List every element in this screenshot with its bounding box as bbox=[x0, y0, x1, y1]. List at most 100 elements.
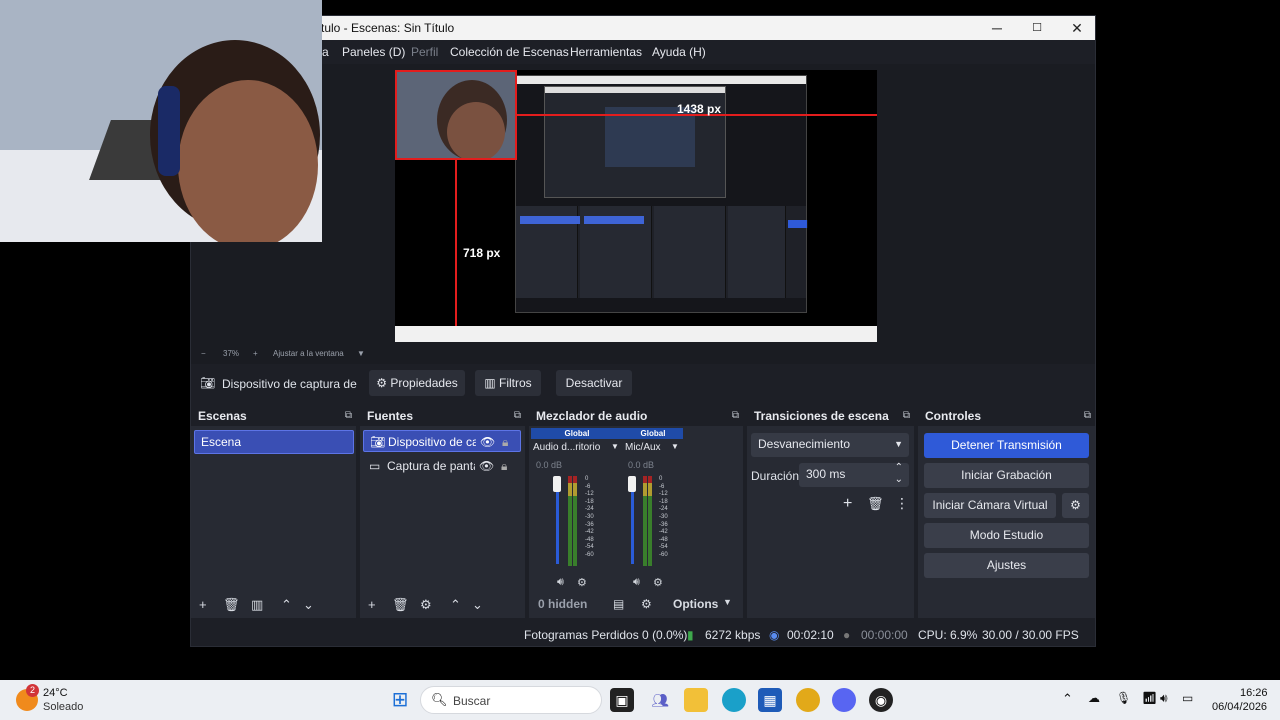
deactivate-button[interactable]: Desactivar bbox=[556, 370, 632, 396]
cloud-icon[interactable]: ☁︎ bbox=[1088, 691, 1100, 705]
title-bar: tulo - Escenas: Sin Título ─ ☐ ✕ bbox=[191, 16, 1095, 40]
controls-title: Controles bbox=[925, 409, 982, 423]
store-icon[interactable]: ▦ bbox=[758, 688, 782, 712]
menu-item-perfil[interactable]: Perfil bbox=[411, 45, 438, 59]
chevron-down-icon[interactable]: ▼ bbox=[611, 442, 619, 451]
gear-icon[interactable]: ⚙ bbox=[653, 576, 663, 589]
chevron-up-icon[interactable]: ⌃ bbox=[1062, 691, 1073, 707]
trash-icon[interactable]: 🗑︎ bbox=[223, 597, 240, 613]
source-label: Captura de panta bbox=[387, 459, 475, 473]
layout-icon[interactable]: ▤ bbox=[613, 597, 624, 611]
stream-icon: ◉ bbox=[769, 628, 780, 642]
obs-window: tulo - Escenas: Sin Título ─ ☐ ✕ a Panel… bbox=[190, 15, 1096, 647]
gear-icon[interactable]: ⚙ bbox=[420, 597, 432, 613]
weather-temp[interactable]: 24°C bbox=[43, 687, 68, 699]
stop-streaming-button[interactable]: Detener Transmisión bbox=[924, 433, 1089, 458]
speaker-icon[interactable]: 🔊︎ bbox=[633, 576, 640, 589]
move-up-button[interactable]: ⌃ bbox=[281, 597, 292, 613]
properties-button[interactable]: ⚙ Propiedades bbox=[369, 370, 465, 396]
zoom-in-button[interactable]: + bbox=[253, 349, 258, 358]
undock-icon[interactable]: ⧉ bbox=[514, 406, 521, 426]
scenes-title: Escenas bbox=[198, 409, 247, 423]
windows-start-icon[interactable]: ⊞ bbox=[388, 688, 412, 712]
eye-icon[interactable]: 👁︎ bbox=[479, 455, 494, 477]
gear-icon[interactable]: ⚙ bbox=[1062, 493, 1089, 518]
scenes-dock: Escenas ⧉ Escena + 🗑︎ ▥ ⌃ ⌄ bbox=[191, 406, 356, 618]
height-measure-label: 718 px bbox=[463, 246, 501, 260]
add-source-button[interactable]: + bbox=[368, 597, 376, 612]
battery-icon[interactable]: ▭ bbox=[1182, 691, 1193, 705]
clock-time[interactable]: 16:26 bbox=[1240, 687, 1268, 699]
volume-icon[interactable]: 🔊︎ bbox=[1160, 691, 1168, 706]
undock-icon[interactable]: ⧉ bbox=[345, 406, 352, 426]
obs-icon[interactable]: ◉ bbox=[869, 688, 893, 712]
more-options-icon[interactable]: ⋮ bbox=[895, 495, 909, 512]
lock-icon[interactable]: 🔒︎ bbox=[502, 431, 508, 451]
add-transition-button[interactable]: + bbox=[843, 495, 852, 513]
studio-mode-button[interactable]: Modo Estudio bbox=[924, 523, 1089, 548]
minimize-button[interactable]: ─ bbox=[977, 16, 1017, 40]
start-virtual-camera-button[interactable]: Iniciar Cámara Virtual bbox=[924, 493, 1056, 518]
undock-icon[interactable]: ⧉ bbox=[1084, 406, 1091, 426]
volume-knob[interactable] bbox=[628, 476, 636, 492]
edge-icon[interactable] bbox=[722, 688, 746, 712]
mixer-options-button[interactable]: Options bbox=[673, 597, 718, 611]
clock-date[interactable]: 06/04/2026 bbox=[1212, 701, 1267, 713]
gear-icon[interactable]: ⚙ bbox=[577, 576, 587, 589]
weather-desc[interactable]: Soleado bbox=[43, 701, 83, 713]
menu-item-herramientas[interactable]: Herramientas bbox=[570, 45, 642, 59]
transition-select[interactable]: Desvanecimiento ▼ bbox=[751, 433, 909, 457]
duration-input[interactable]: 300 ms ⌃ ⌄ bbox=[799, 462, 909, 487]
maximize-button[interactable]: ☐ bbox=[1017, 16, 1057, 40]
chevron-down-icon[interactable]: ⌄ bbox=[895, 469, 903, 491]
undock-icon[interactable]: ⧉ bbox=[732, 406, 739, 426]
task-view-icon[interactable]: ▣ bbox=[610, 688, 634, 712]
gear-icon: ⚙ bbox=[376, 376, 388, 390]
file-explorer-icon[interactable] bbox=[684, 688, 708, 712]
hidden-count: 0 hidden bbox=[538, 597, 588, 611]
undock-icon[interactable]: ⧉ bbox=[903, 406, 910, 426]
filter-icon[interactable]: ▥ bbox=[251, 597, 263, 613]
start-recording-button[interactable]: Iniciar Grabación bbox=[924, 463, 1089, 488]
chrome-icon[interactable] bbox=[796, 688, 820, 712]
menu-item-ayuda[interactable]: Ayuda (H) bbox=[652, 45, 706, 59]
camera-icon: 📷︎ bbox=[200, 376, 216, 390]
eye-icon[interactable]: 👁︎ bbox=[480, 431, 495, 451]
chevron-down-icon[interactable]: ▼ bbox=[357, 349, 365, 358]
level-meter bbox=[643, 476, 647, 566]
close-button[interactable]: ✕ bbox=[1057, 16, 1097, 40]
preview-canvas[interactable]: 1438 px 718 px bbox=[395, 70, 877, 342]
chevron-down-icon[interactable]: ▼ bbox=[723, 597, 732, 607]
source-item-capture-device[interactable]: 📷︎ Dispositivo de cap 👁︎ 🔒︎ bbox=[363, 430, 521, 452]
lock-icon[interactable]: 🔒︎ bbox=[501, 455, 507, 477]
preview-area[interactable]: 1438 px 718 px bbox=[191, 64, 1095, 364]
discord-icon[interactable] bbox=[832, 688, 856, 712]
chevron-down-icon[interactable]: ▼ bbox=[671, 442, 679, 451]
zoom-out-button[interactable]: − bbox=[201, 349, 206, 358]
wifi-icon[interactable]: 📶︎ bbox=[1142, 691, 1157, 705]
trash-icon[interactable]: 🗑︎ bbox=[392, 597, 409, 613]
add-scene-button[interactable]: + bbox=[199, 597, 207, 612]
speaker-icon[interactable]: 🔊︎ bbox=[557, 576, 564, 589]
sources-dock: Fuentes ⧉ 📷︎ Dispositivo de cap 👁︎ 🔒︎ ▭ C… bbox=[360, 406, 525, 618]
volume-knob[interactable] bbox=[553, 476, 561, 492]
menu-item-paneles[interactable]: Paneles (D) bbox=[342, 45, 405, 59]
filters-button[interactable]: ▥ Filtros bbox=[475, 370, 541, 396]
scene-item[interactable]: Escena bbox=[194, 430, 354, 454]
selected-source-bounds[interactable] bbox=[395, 70, 517, 160]
move-down-button[interactable]: ⌄ bbox=[303, 597, 314, 613]
teams-icon[interactable]: 👥︎ bbox=[648, 688, 672, 712]
move-down-button[interactable]: ⌄ bbox=[472, 597, 483, 613]
move-up-button[interactable]: ⌃ bbox=[450, 597, 461, 613]
trash-icon[interactable]: 🗑︎ bbox=[867, 496, 884, 512]
channel-name: Mic/Aux bbox=[625, 442, 661, 453]
gear-icon[interactable]: ⚙ bbox=[641, 597, 652, 611]
settings-button[interactable]: Ajustes bbox=[924, 553, 1089, 578]
menu-item-coleccion-escenas[interactable]: Colección de Escenas bbox=[450, 45, 569, 59]
fit-to-window-button[interactable]: Ajustar a la ventana bbox=[273, 349, 344, 358]
microphone-icon[interactable]: 🎙︎ bbox=[1116, 691, 1131, 705]
taskbar-search[interactable]: 🔍︎ Buscar bbox=[420, 686, 602, 714]
bitrate: 6272 kbps bbox=[705, 628, 761, 642]
menu-item-partial[interactable]: a bbox=[322, 45, 329, 59]
source-item-screen-capture[interactable]: ▭ Captura de panta 👁︎ 🔒︎ bbox=[363, 455, 521, 477]
